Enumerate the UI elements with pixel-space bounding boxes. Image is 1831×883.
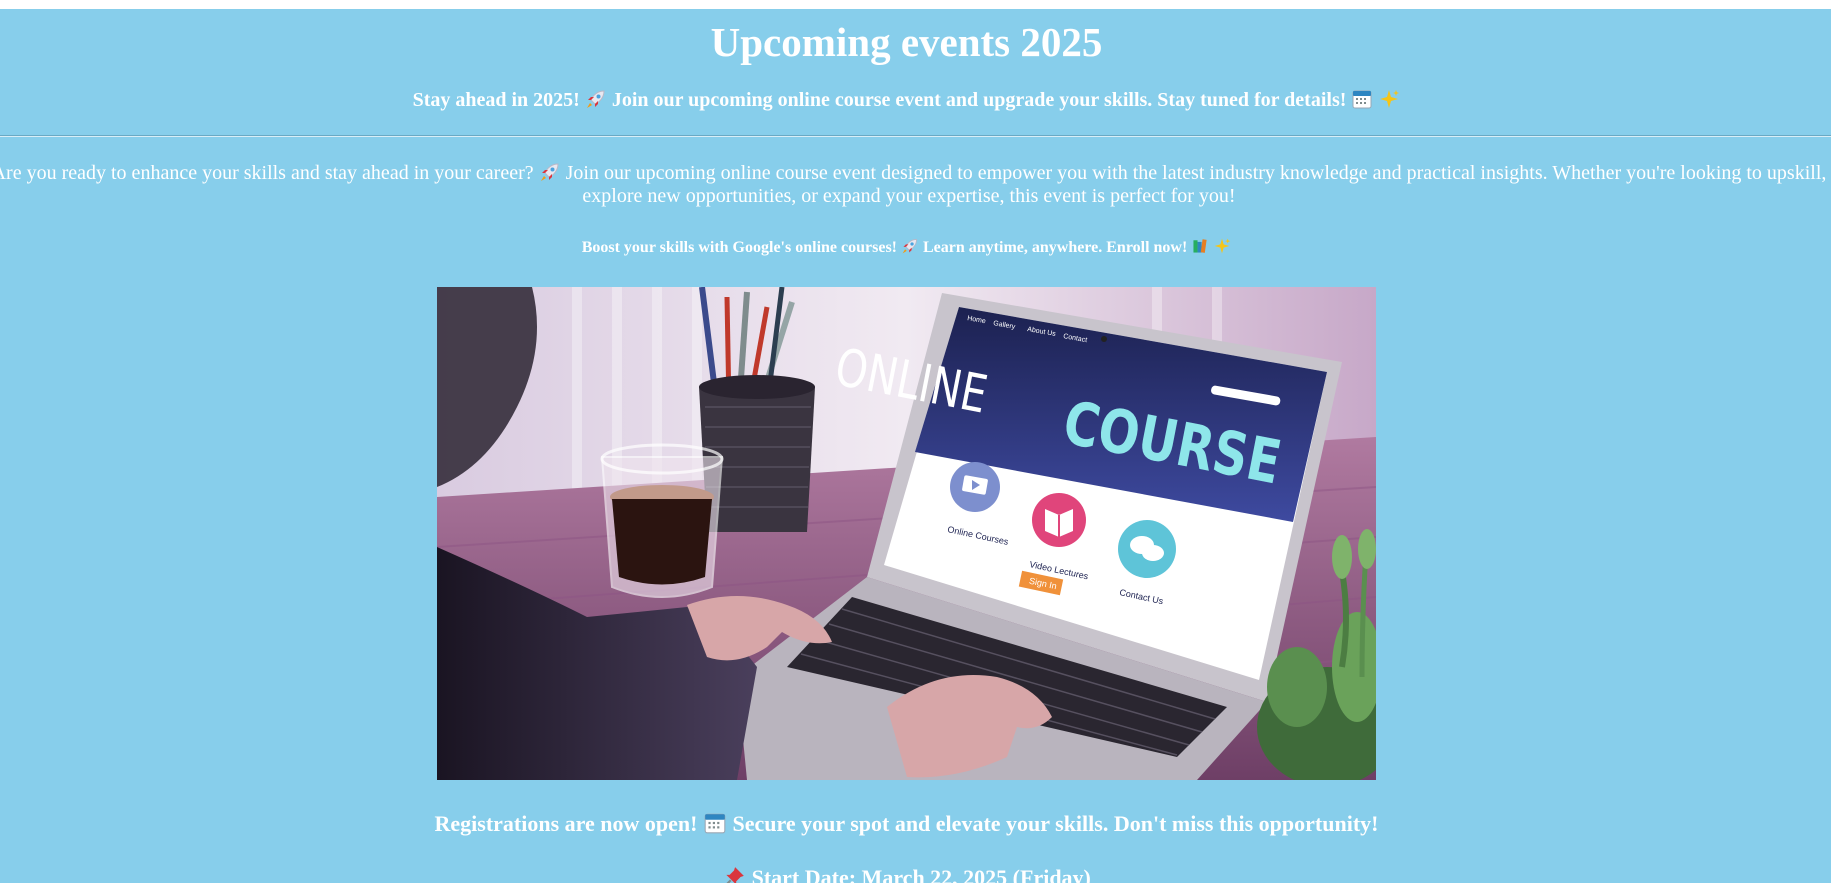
page-title: Upcoming events 2025 <box>710 19 1103 65</box>
sparkles-icon <box>1214 238 1231 254</box>
intro-body: Join our upcoming online course event de… <box>565 162 1827 207</box>
section-divider <box>0 135 1831 137</box>
registration-banner: Registrations are now open! Secure your … <box>0 809 1813 839</box>
hero-image: Home Gallery About Us Contact ONLINE COU… <box>437 287 1376 780</box>
registration-lead: Registrations are now open! <box>434 811 698 836</box>
subtitle-body: Join our upcoming online course event an… <box>611 89 1347 111</box>
coffee-cup <box>600 443 724 598</box>
start-date-text: Start Date: March 22, 2025 (Friday) <box>751 865 1091 883</box>
page-subtitle: Stay ahead in 2025! Join our upcoming on… <box>0 87 1813 113</box>
rocket-icon <box>902 239 917 254</box>
calendar-icon <box>1352 90 1372 109</box>
calendar-icon <box>704 813 726 834</box>
start-date: Start Date: March 22, 2025 (Friday) <box>0 863 1813 883</box>
intro-paragraph: Are you ready to enhance your skills and… <box>0 161 1828 208</box>
subtitle-lead: Stay ahead in 2025! <box>412 89 580 111</box>
rocket-icon <box>586 90 605 108</box>
rocket-icon <box>540 163 559 181</box>
boost-body: Learn anytime, anywhere. Enroll now! <box>923 239 1188 256</box>
intro-lead: Are you ready to enhance your skills and… <box>0 162 534 184</box>
pushpin-icon <box>726 867 744 883</box>
boost-banner: Boost your skills with Google's online c… <box>0 237 1813 259</box>
registration-body: Secure your spot and elevate your skills… <box>732 811 1379 836</box>
event-page: Upcoming events 2025 Stay ahead in 2025!… <box>0 9 1831 883</box>
sparkles-icon <box>1380 90 1400 108</box>
books-icon <box>1193 239 1207 253</box>
boost-lead: Boost your skills with Google's online c… <box>581 239 897 256</box>
